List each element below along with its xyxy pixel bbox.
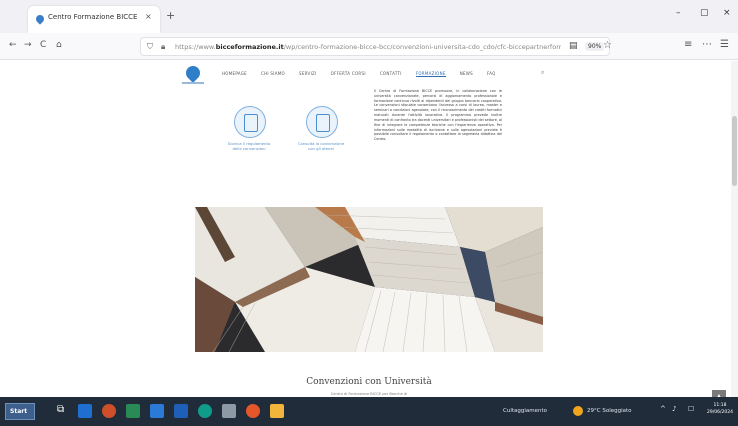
- tray-expand-icon[interactable]: ^: [660, 406, 666, 413]
- teams-icon[interactable]: [198, 404, 212, 418]
- close-window-button[interactable]: ×: [723, 9, 731, 18]
- firefox-icon[interactable]: [246, 404, 260, 418]
- menu-item-formazione[interactable]: Formazione: [415, 71, 446, 77]
- site-favicon-icon: [34, 13, 46, 25]
- menu-item-homepage[interactable]: Homepage: [222, 71, 247, 77]
- agreement-link[interactable]: Consulta la convenzione con gli atenei: [286, 141, 356, 152]
- site-logo-icon[interactable]: [183, 63, 203, 83]
- browser-toolbar: ← → C ⌂ ⛉ 🔒︎ https://www.bicceformazione…: [0, 33, 738, 60]
- books-hero-image: [195, 207, 543, 352]
- minimize-button[interactable]: –: [676, 9, 681, 18]
- address-bar[interactable]: ⛉ 🔒︎ https://www.bicceformazione.it/wp/c…: [140, 37, 612, 56]
- intro-paragraph: Il Centro di Formazione BICCE promuove, …: [374, 89, 502, 142]
- excel-icon[interactable]: [126, 404, 140, 418]
- main-menu: Homepage Chi siamo Servizi Offerta Corsi Con…: [222, 71, 510, 77]
- edge-icon[interactable]: [78, 404, 92, 418]
- reader-view-icon[interactable]: ▤: [569, 41, 578, 51]
- library-icon[interactable]: ≡: [684, 40, 692, 50]
- office-icon[interactable]: [102, 404, 116, 418]
- windows-taskbar: Start ⧉ Cultaggiamento 29°C Soleggiato ^…: [0, 397, 738, 426]
- url-text[interactable]: https://www.bicceformazione.it/wp/centro…: [175, 43, 561, 51]
- browser-tab[interactable]: Centro Formazione BICCE Sar... ×: [28, 6, 160, 33]
- web-page: Homepage Chi siamo Servizi Offerta Corsi Con…: [0, 61, 738, 397]
- section-title: Convenzioni con Università: [306, 377, 432, 387]
- weather-text[interactable]: 29°C Soleggiato: [587, 408, 632, 414]
- zoom-level[interactable]: 90%: [585, 42, 605, 51]
- menu-item-faq[interactable]: FAQ: [487, 71, 496, 77]
- menu-item-servizi[interactable]: Servizi: [299, 71, 317, 77]
- outlook-icon[interactable]: [150, 404, 164, 418]
- menu-item-chi-siamo[interactable]: Chi siamo: [261, 71, 285, 77]
- clock-time: 11:18: [713, 403, 727, 408]
- network-icon[interactable]: ☐: [688, 406, 694, 413]
- taskview-icon[interactable]: ⧉: [57, 405, 64, 415]
- lock-icon[interactable]: 🔒︎: [161, 42, 165, 52]
- weather-sun-icon[interactable]: [573, 406, 583, 416]
- maximize-button[interactable]: ▢: [700, 9, 709, 18]
- shield-icon[interactable]: ⛉: [147, 42, 153, 52]
- news-widget[interactable]: Cultaggiamento: [503, 408, 547, 414]
- menu-item-offerta-corsi[interactable]: Offerta Corsi: [331, 71, 366, 77]
- system-clock[interactable]: 11:18 29/06/2024: [704, 403, 736, 417]
- volume-icon[interactable]: ♪: [672, 406, 676, 413]
- back-button[interactable]: ←: [9, 41, 17, 50]
- agreement-document-icon[interactable]: [306, 106, 338, 138]
- regulation-link[interactable]: Scarica il regolamento delle convenzioni: [214, 141, 284, 152]
- screen: Centro Formazione BICCE Sar... × + – ▢ ×…: [0, 0, 738, 426]
- logo-wordmark: [182, 82, 204, 84]
- menu-item-contatti[interactable]: Contatti: [380, 71, 402, 77]
- new-tab-button[interactable]: +: [166, 10, 175, 21]
- search-icon[interactable]: ⌕: [541, 69, 544, 77]
- reload-button[interactable]: C: [40, 41, 46, 50]
- tab-title: Centro Formazione BICCE Sar...: [48, 13, 140, 21]
- tab-close-icon[interactable]: ×: [145, 12, 152, 21]
- regulation-download-icon[interactable]: [234, 106, 266, 138]
- word-icon[interactable]: [174, 404, 188, 418]
- browser-tab-strip: Centro Formazione BICCE Sar... × + – ▢ ×: [0, 0, 738, 33]
- section-subtitle: Centro di Formazione BICCE per Banche di: [330, 392, 408, 396]
- overflow-icon[interactable]: ⋯: [702, 40, 712, 50]
- bookmark-star-icon[interactable]: ☆: [603, 40, 612, 51]
- file-explorer-icon[interactable]: [222, 404, 236, 418]
- forward-button[interactable]: →: [24, 41, 32, 50]
- app-menu-icon[interactable]: ☰: [720, 40, 729, 50]
- scrollbar-thumb[interactable]: [732, 116, 737, 186]
- page-scrollbar[interactable]: [731, 61, 738, 397]
- site-header: Homepage Chi siamo Servizi Offerta Corsi Con…: [0, 61, 731, 89]
- start-button[interactable]: Start: [5, 403, 35, 420]
- folder-icon[interactable]: [270, 404, 284, 418]
- clock-date: 29/06/2024: [707, 409, 733, 415]
- home-button[interactable]: ⌂: [56, 41, 62, 50]
- menu-item-news[interactable]: News: [460, 71, 473, 77]
